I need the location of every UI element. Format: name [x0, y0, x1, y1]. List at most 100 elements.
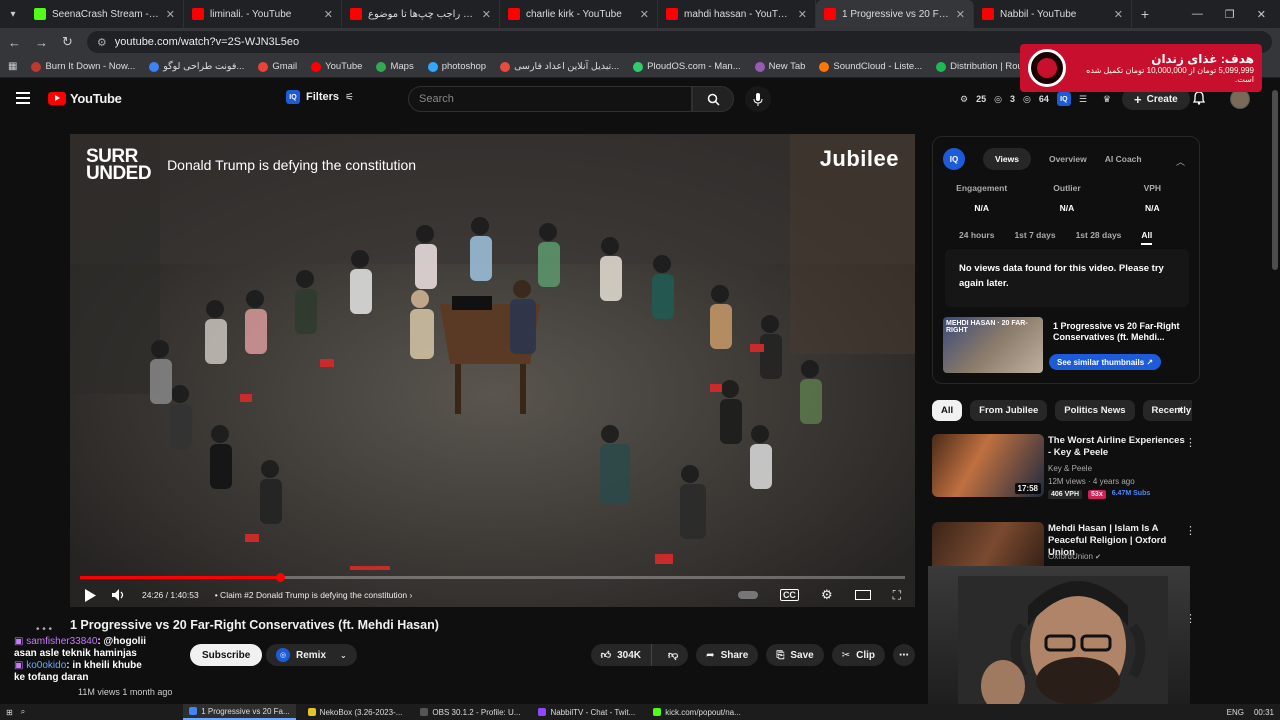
filter-chip[interactable]: From Jubilee — [970, 400, 1048, 421]
autoplay-toggle[interactable] — [737, 591, 758, 599]
time-range-tab[interactable]: All — [1141, 230, 1153, 245]
vidiq-tab[interactable]: Overview — [1049, 154, 1087, 164]
volume-icon[interactable] — [112, 589, 126, 601]
bookmark-item[interactable]: تبدیل آنلاین اعداد فارسی... — [500, 61, 619, 72]
remix-button[interactable]: ◎ Remix ⌄ — [266, 644, 357, 666]
scrollbar-thumb[interactable] — [1272, 90, 1278, 270]
clip-button[interactable]: ✂ Clip — [831, 644, 885, 666]
see-similar-thumbnails-button[interactable]: See similar thumbnails ↗ — [1049, 354, 1162, 370]
menu-icon[interactable] — [16, 92, 30, 104]
close-tab-icon[interactable]: ✕ — [1114, 8, 1123, 21]
search-button[interactable] — [692, 86, 734, 112]
browser-tab[interactable]: 1 Progressive vs 20 Far-Right C ✕ — [816, 0, 974, 28]
back-icon[interactable]: ← — [8, 35, 21, 50]
captions-icon[interactable]: CC — [779, 589, 799, 601]
dislike-button[interactable]: 👎︎ — [658, 649, 688, 661]
close-tab-icon[interactable]: ✕ — [166, 8, 175, 21]
vidiq-toolbar-icon[interactable]: IQ — [1056, 92, 1071, 106]
start-icon[interactable]: ⊞ — [6, 708, 13, 717]
bookmark-item[interactable]: SoundCloud - Liste... — [819, 61, 922, 72]
settings-icon[interactable]: ⚙ — [821, 587, 833, 603]
notifications-bell-icon[interactable] — [1192, 91, 1206, 108]
forward-icon[interactable]: → — [35, 35, 48, 50]
chat-username: samfisher33840 — [26, 636, 98, 647]
browser-tab[interactable]: Nabbil - YouTube ✕ — [974, 0, 1132, 28]
time-range-tab[interactable]: 1st 7 days — [1014, 230, 1055, 245]
bookmark-item[interactable]: PloudOS.com - Man... — [633, 61, 741, 72]
taskbar-search-icon[interactable]: ⌕ — [21, 707, 25, 717]
close-tab-icon[interactable]: ✕ — [956, 8, 965, 21]
chat-text: asan asle teknik haminjas — [14, 648, 137, 659]
reload-icon[interactable]: ↻ — [62, 34, 73, 50]
bookmark-item[interactable]: Gmail — [258, 61, 297, 72]
related-video[interactable]: 17:58 The Worst Airline Experiences - Ke… — [932, 434, 1200, 508]
close-window-icon[interactable]: ✕ — [1257, 8, 1266, 21]
browser-tab[interactable]: از صحبت راجب چپ‌ها تا موضوع ✕ — [342, 0, 500, 28]
more-vertical-icon[interactable]: ⋮ — [1185, 524, 1196, 537]
goal-logo-icon — [1028, 49, 1066, 87]
time-range-tab[interactable]: 1st 28 days — [1076, 230, 1122, 245]
like-button[interactable]: 👍︎ 304K — [591, 644, 653, 666]
time-range-tab[interactable]: 24 hours — [959, 230, 994, 245]
bookmark-item[interactable]: photoshop — [427, 61, 486, 72]
tab-search-icon[interactable]: ▾ — [0, 0, 26, 28]
taskbar-app[interactable]: 1 Progressive vs 20 Fa... — [183, 704, 296, 720]
taskbar-app[interactable]: NabbilTV - Chat - Twit... — [532, 704, 641, 720]
close-tab-icon[interactable]: ✕ — [482, 8, 491, 21]
page-scrollbar[interactable] — [1270, 78, 1280, 704]
browser-tab[interactable]: mahdi hassan - YouTube ✕ — [658, 0, 816, 28]
apps-grid-icon[interactable]: ▦ — [8, 61, 17, 72]
progress-bar[interactable] — [80, 573, 905, 582]
bookmark-item[interactable]: YouTube — [311, 61, 362, 72]
taskbar-app[interactable]: NekoBox (3.26-2023-... — [302, 704, 409, 720]
filter-chip[interactable]: Politics News — [1055, 400, 1135, 421]
related-thumbnail[interactable]: 17:58 — [932, 434, 1044, 497]
microphone-icon — [753, 92, 763, 106]
language-indicator[interactable]: ENG — [1227, 708, 1244, 717]
close-tab-icon[interactable]: ✕ — [798, 8, 807, 21]
chevron-right-icon[interactable]: › — [1178, 404, 1182, 416]
share-button[interactable]: ➦ Share — [696, 644, 759, 666]
account-avatar[interactable] — [1230, 89, 1250, 109]
bookmark-item[interactable]: New Tab — [754, 61, 805, 72]
bookmark-label: SoundCloud - Liste... — [833, 61, 923, 72]
restore-icon[interactable]: ❐ — [1225, 8, 1235, 21]
taskbar-app[interactable]: OBS 30.1.2 - Profile: U... — [414, 704, 526, 720]
clock[interactable]: 00:31 — [1254, 708, 1274, 717]
collapse-caret-icon[interactable]: ︿ — [1176, 155, 1185, 168]
subscribe-button[interactable]: Subscribe — [190, 644, 263, 666]
youtube-logo[interactable]: YouTube — [48, 91, 122, 106]
browser-tab[interactable]: liminali. - YouTube ✕ — [184, 0, 342, 28]
close-tab-icon[interactable]: ✕ — [640, 8, 649, 21]
list-icon[interactable]: ☰ — [1079, 94, 1087, 105]
bookmark-favicon-icon — [311, 61, 322, 72]
more-vertical-icon[interactable]: ⋮ — [1185, 436, 1196, 449]
close-tab-icon[interactable]: ✕ — [324, 8, 333, 21]
new-tab-icon[interactable]: + — [1132, 6, 1158, 22]
trophy-icon[interactable]: ♛ — [1103, 94, 1111, 105]
filter-chip[interactable]: Recently — [1142, 400, 1192, 421]
chapter-title[interactable]: • Claim #2 Donald Trump is defying the c… — [215, 590, 413, 600]
site-info-icon[interactable]: ⚙ — [97, 36, 107, 49]
vidiq-tab[interactable]: Views — [983, 148, 1031, 170]
filter-chip[interactable]: All — [932, 400, 963, 421]
taskbar-app[interactable]: kick.com/popout/na... — [647, 704, 747, 720]
bookmark-item[interactable]: Burn It Down - Now... — [31, 61, 135, 72]
browser-tab[interactable]: SeenaCrash Stream - Watch Liv ✕ — [26, 0, 184, 28]
bookmark-item[interactable]: Maps — [376, 61, 414, 72]
search-input[interactable]: Search — [408, 86, 692, 112]
save-button[interactable]: ⎘ Save — [766, 644, 824, 666]
minimize-icon[interactable]: — — [1192, 8, 1203, 21]
play-icon[interactable] — [84, 588, 96, 602]
browser-tab[interactable]: charlie kirk - YouTube ✕ — [500, 0, 658, 28]
filters-button[interactable]: IQ Filters ⚟ — [286, 90, 354, 104]
vidiq-tab[interactable]: AI Coach — [1105, 154, 1142, 164]
more-actions-button[interactable]: ⋯ — [893, 644, 915, 666]
video-player[interactable]: SURR UNDED Donald Trump is defying the co… — [70, 134, 915, 607]
scrubber-handle[interactable] — [275, 573, 285, 582]
similar-thumbnail[interactable]: MEHDI HASAN · 20 FAR-RIGHT — [943, 317, 1043, 373]
voice-search-button[interactable] — [745, 86, 771, 112]
fullscreen-icon[interactable]: ⛶ — [893, 588, 901, 603]
bookmark-item[interactable]: فونت طراحی لوگو... — [149, 61, 244, 72]
theater-mode-icon[interactable] — [854, 590, 871, 600]
